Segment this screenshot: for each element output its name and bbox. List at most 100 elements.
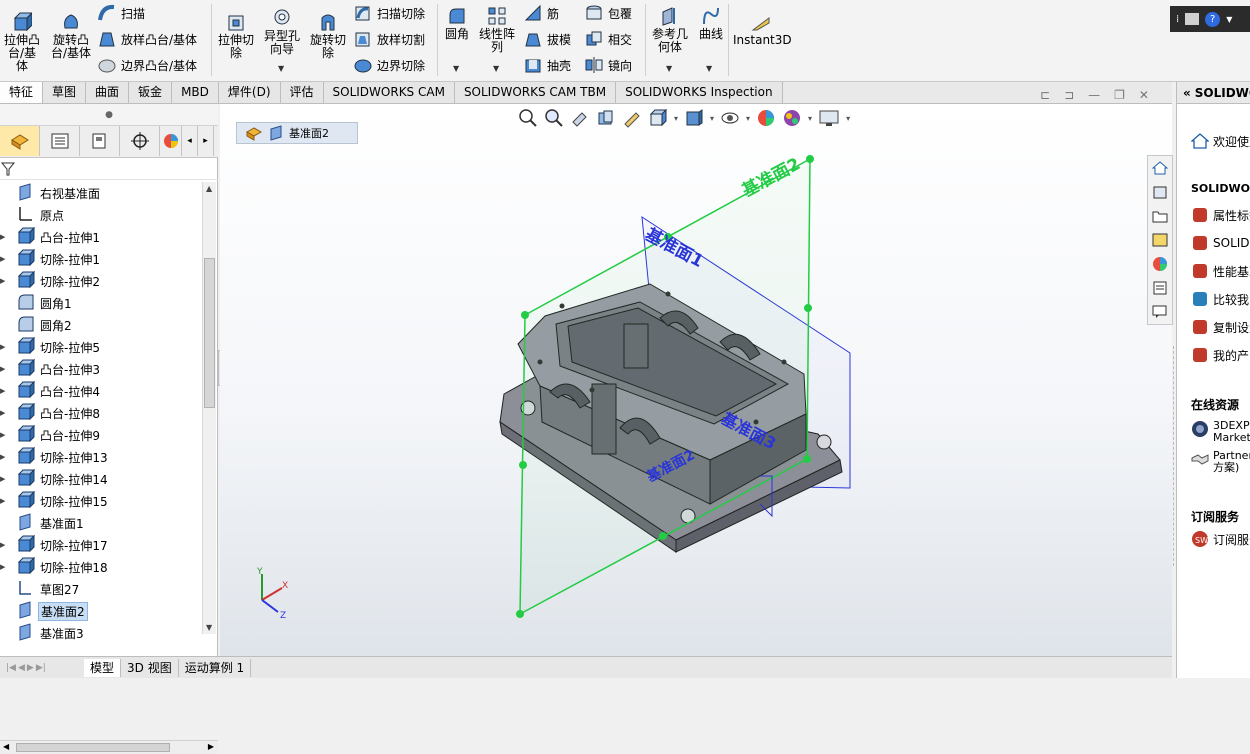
design-library-icon[interactable] [1148, 180, 1172, 204]
tree-item[interactable]: ▶ 凸台-拉伸9 [0, 424, 202, 446]
expand-arrow-icon[interactable]: ▶ [0, 475, 6, 483]
file-explorer-icon[interactable] [1148, 204, 1172, 228]
curves-button[interactable]: 曲线 [696, 6, 726, 41]
feature-manager-tab[interactable] [0, 126, 40, 156]
tree-item[interactable]: 圆角1 [0, 292, 202, 314]
tree-item[interactable]: 基准面3 [0, 622, 202, 644]
boundary-cut-button[interactable]: 边界切除 [354, 56, 425, 74]
configuration-manager-tab[interactable] [80, 126, 120, 156]
keyboard-icon[interactable] [1185, 13, 1200, 25]
draft-button[interactable]: 拔模 [524, 30, 571, 48]
expand-arrow-icon[interactable]: ▶ [0, 497, 6, 505]
panel-splitter-handle[interactable]: ● [0, 104, 218, 126]
tree-item[interactable]: 基准面2 [0, 600, 202, 622]
scroll-left-icon[interactable]: ◀ [3, 742, 9, 751]
tab-mbd[interactable]: MBD [172, 82, 219, 103]
home-tab-icon[interactable] [1148, 156, 1172, 180]
expand-arrow-icon[interactable]: ▶ [0, 409, 6, 417]
tab-weldments[interactable]: 焊件(D) [218, 82, 281, 103]
help-icon[interactable]: ? [1205, 11, 1221, 27]
prev-tab-icon[interactable]: ◀ [18, 663, 25, 673]
custom-properties-icon[interactable] [1148, 276, 1172, 300]
restore-icon[interactable]: ❐ [1114, 88, 1125, 102]
tab-3d-view[interactable]: 3D 视图 [121, 658, 179, 677]
plane-handle[interactable] [516, 610, 524, 618]
tile-right-icon[interactable]: ⊐ [1064, 88, 1074, 102]
fillet-dropdown-icon[interactable]: ▼ [453, 64, 459, 73]
dimxpert-manager-tab[interactable] [120, 126, 160, 156]
lofted-cut-button[interactable]: 放样切割 [354, 30, 425, 48]
curves-dropdown-icon[interactable]: ▼ [706, 64, 712, 73]
scroll-thumb[interactable] [204, 258, 215, 408]
rib-button[interactable]: 筋 [524, 4, 559, 22]
next-tab-icon[interactable]: ▶ [27, 663, 34, 673]
expand-arrow-icon[interactable]: ▶ [0, 365, 6, 373]
welcome-link[interactable]: 欢迎使用 [1191, 132, 1250, 150]
hole-wizard-dropdown-icon[interactable]: ▼ [278, 64, 284, 73]
wrap-button[interactable]: 包覆 [585, 4, 632, 22]
swept-cut-button[interactable]: 扫描切除 [354, 4, 425, 22]
tab-sketch[interactable]: 草图 [43, 82, 87, 103]
extrude-boss-button[interactable]: 拉伸凸台/基体 [2, 12, 42, 73]
tab-motion-study[interactable]: 运动算例 1 [179, 658, 252, 677]
sweep-button[interactable]: 扫描 [98, 4, 145, 22]
loft-boss-button[interactable]: 放样凸台/基体 [98, 30, 197, 48]
help-dropdown-icon[interactable]: ▼ [1226, 15, 1232, 24]
boundary-boss-button[interactable]: 边界凸台/基体 [98, 56, 197, 74]
tab-features[interactable]: 特征 [0, 82, 44, 103]
task-pane-link[interactable]: 性能基准 [1191, 262, 1250, 280]
tab-surfaces[interactable]: 曲面 [86, 82, 130, 103]
task-pane-link[interactable]: 复制设置 [1191, 318, 1250, 336]
tree-item[interactable]: ▶ 凸台-拉伸3 [0, 358, 202, 380]
expand-arrow-icon[interactable]: ▶ [0, 277, 6, 285]
tree-item[interactable]: ▶ 凸台-拉伸8 [0, 402, 202, 424]
tab-model[interactable]: 模型 [84, 658, 122, 677]
expand-arrow-icon[interactable]: ▶ [0, 541, 6, 549]
intersect-button[interactable]: 相交 [585, 30, 632, 48]
tree-item[interactable]: ▶ 切除-拉伸13 [0, 446, 202, 468]
tree-item[interactable]: ▶ 切除-拉伸1 [0, 248, 202, 270]
scroll-down-icon[interactable]: ▼ [206, 623, 212, 632]
task-pane-link[interactable]: 比较我的 [1191, 290, 1250, 308]
linear-pattern-button[interactable]: 线性阵列 [476, 6, 518, 54]
property-manager-tab[interactable] [40, 126, 80, 156]
tree-item[interactable]: ▶ 凸台-拉伸4 [0, 380, 202, 402]
tab-solidworks-inspection[interactable]: SOLIDWORKS Inspection [616, 82, 783, 103]
revolve-cut-button[interactable]: 旋转切除 [307, 12, 349, 60]
expand-arrow-icon[interactable]: ▶ [0, 431, 6, 439]
expand-arrow-icon[interactable]: ▶ [0, 563, 6, 571]
subscription-link[interactable]: SW 订阅服务 [1191, 530, 1250, 548]
extrude-cut-button[interactable]: 拉伸切除 [216, 12, 256, 60]
shell-button[interactable]: 抽壳 [524, 56, 571, 74]
hole-wizard-button[interactable]: 异型孔向导 [261, 8, 303, 56]
close-icon[interactable]: ✕ [1139, 88, 1149, 102]
view-palette-icon[interactable] [1148, 228, 1172, 252]
tree-item[interactable]: ▶ 切除-拉伸2 [0, 270, 202, 292]
expand-arrow-icon[interactable]: ▶ [0, 453, 6, 461]
tab-scroll-right-icon[interactable]: ▸ [198, 126, 214, 156]
tab-sheet-metal[interactable]: 钣金 [129, 82, 173, 103]
instant3d-button[interactable]: Instant3D [733, 14, 792, 47]
plane2-outline[interactable] [519, 157, 811, 616]
partner-solutions-link[interactable]: Partner 方案) [1191, 450, 1250, 478]
hscroll-thumb[interactable] [16, 743, 170, 752]
filter-bar[interactable] [0, 158, 218, 180]
tree-horizontal-scrollbar[interactable]: ◀ ▶ [0, 740, 218, 754]
tab-solidworks-cam[interactable]: SOLIDWORKS CAM [323, 82, 455, 103]
plane-handle[interactable] [803, 455, 811, 463]
tree-item[interactable]: ▶ 切除-拉伸18 [0, 556, 202, 578]
collapse-pane-icon[interactable]: « [1183, 86, 1191, 100]
expand-arrow-icon[interactable]: ▶ [0, 387, 6, 395]
appearances-icon[interactable] [1148, 252, 1172, 276]
last-tab-icon[interactable]: ▶| [36, 663, 46, 673]
plane-handle[interactable] [521, 311, 529, 319]
model-3d-view[interactable]: 基准面2 基准面1 基准面3 基准面2 Y X Z [220, 104, 1172, 656]
plane-handle[interactable] [519, 461, 527, 469]
plane-handle[interactable] [659, 532, 667, 540]
revolve-boss-button[interactable]: 旋转凸台/基体 [50, 12, 92, 60]
tree-item[interactable]: ▶ 切除-拉伸15 [0, 490, 202, 512]
expand-arrow-icon[interactable]: ▶ [0, 233, 6, 241]
tree-item[interactable]: 基准面1 [0, 512, 202, 534]
scroll-up-icon[interactable]: ▲ [206, 184, 212, 193]
ref-geometry-dropdown-icon[interactable]: ▼ [666, 64, 672, 73]
